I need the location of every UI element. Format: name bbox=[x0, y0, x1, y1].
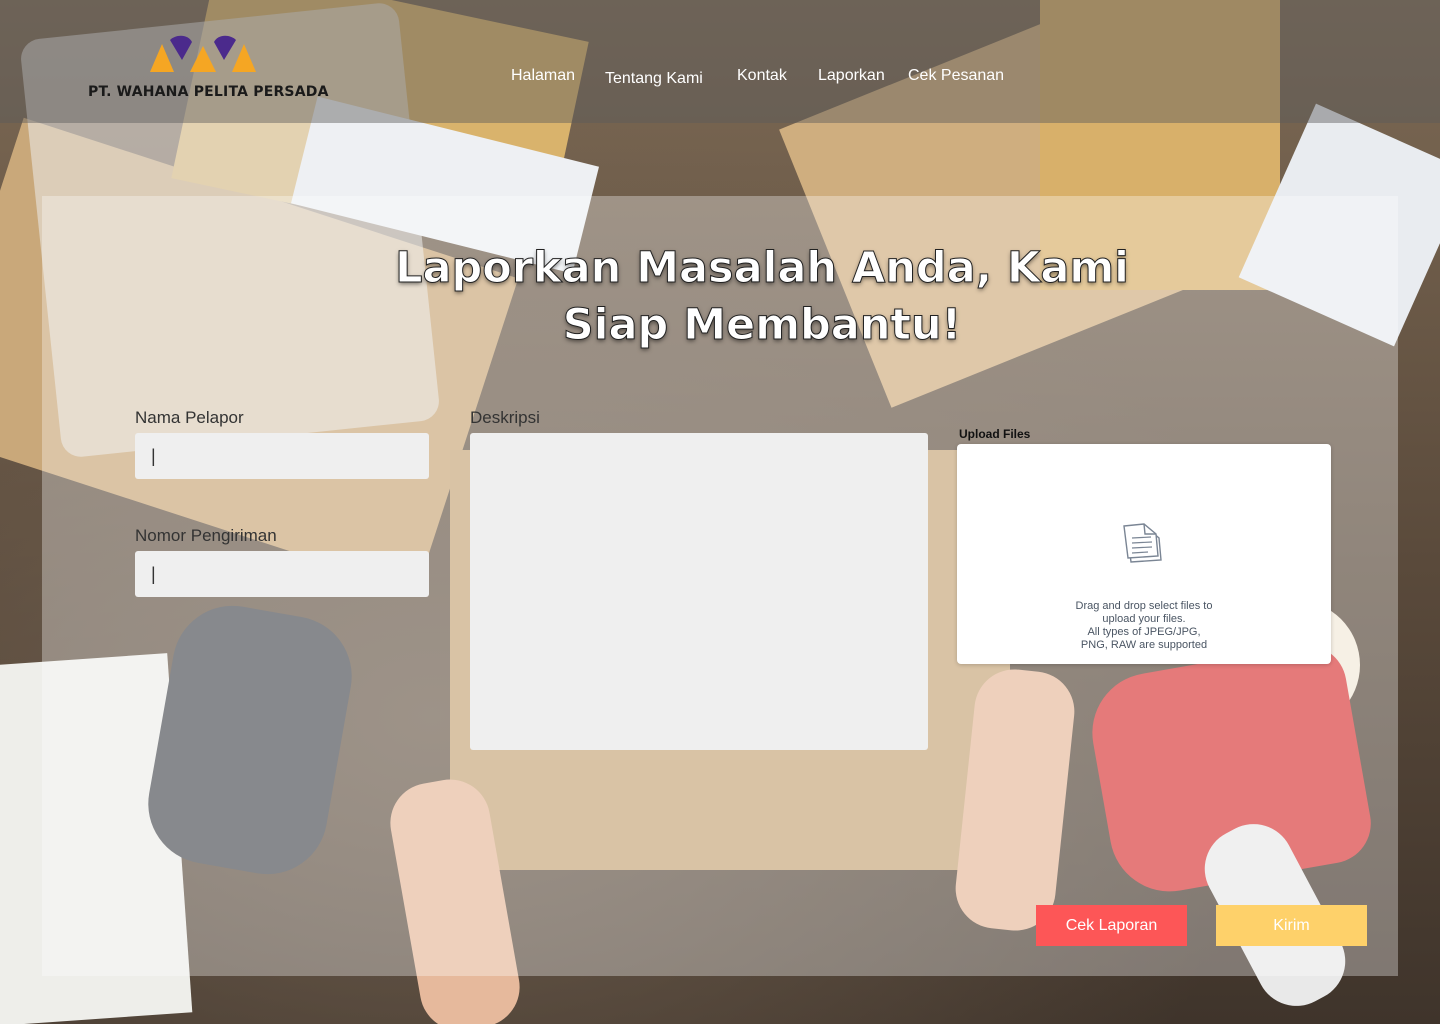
upload-dropzone[interactable]: Drag and drop select files to upload you… bbox=[957, 444, 1331, 664]
nav-tentang-kami[interactable]: Tentang Kami bbox=[605, 70, 703, 88]
document-icon bbox=[1123, 523, 1162, 563]
nomor-pengiriman-label: Nomor Pengiriman bbox=[135, 526, 277, 545]
page-title: Laporkan Masalah Anda, Kami Siap Membant… bbox=[395, 243, 1130, 351]
nomor-pengiriman-input[interactable] bbox=[135, 551, 429, 597]
deskripsi-label: Deskripsi bbox=[470, 408, 540, 427]
logo-mark-icon bbox=[150, 35, 256, 72]
upload-instructions: Drag and drop select files to upload you… bbox=[957, 600, 1331, 652]
upload-instruction-line: All types of JPEG/JPG, bbox=[1087, 626, 1201, 638]
nav-laporkan[interactable]: Laporkan bbox=[818, 67, 885, 85]
deskripsi-textarea[interactable] bbox=[470, 433, 928, 750]
header: PT. WAHANA PELITA PERSADA Halaman Tentan… bbox=[0, 0, 1440, 123]
upload-instruction-line: Drag and drop select files to bbox=[1075, 600, 1213, 612]
logo-text: PT. WAHANA PELITA PERSADA bbox=[88, 84, 329, 100]
kirim-button[interactable]: Kirim bbox=[1216, 905, 1367, 946]
nav-kontak[interactable]: Kontak bbox=[737, 67, 787, 85]
nama-pelapor-label: Nama Pelapor bbox=[135, 408, 244, 427]
cek-laporan-button[interactable]: Cek Laporan bbox=[1036, 905, 1187, 946]
upload-instruction-line: PNG, RAW are supported bbox=[1080, 639, 1208, 651]
nav-cek-pesanan[interactable]: Cek Pesanan bbox=[908, 67, 1004, 85]
report-panel: Laporkan Masalah Anda, Kami Siap Membant… bbox=[42, 196, 1398, 976]
upload-instruction-line: upload your files. bbox=[1102, 613, 1186, 625]
upload-files-label: Upload Files bbox=[959, 427, 1031, 441]
nav-halaman[interactable]: Halaman bbox=[511, 67, 575, 85]
nama-pelapor-input[interactable] bbox=[135, 433, 429, 479]
logo[interactable]: PT. WAHANA PELITA PERSADA bbox=[88, 34, 328, 104]
